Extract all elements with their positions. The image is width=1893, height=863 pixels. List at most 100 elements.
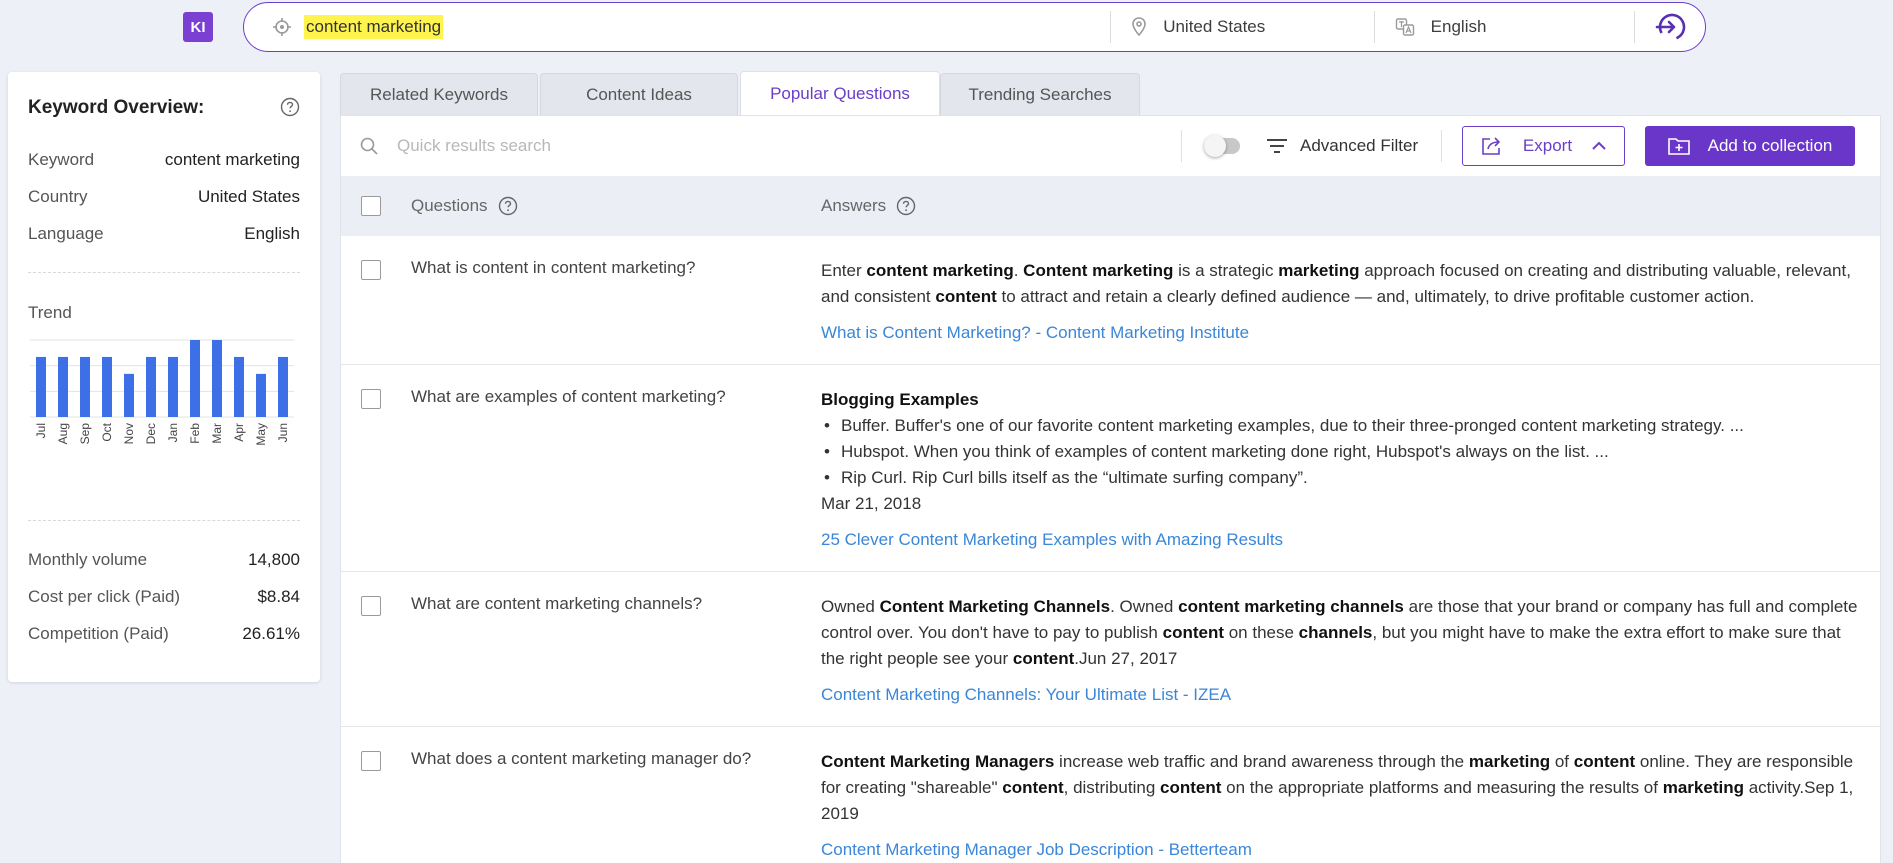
- toggle-switch[interactable]: [1204, 135, 1240, 157]
- trend-bar[interactable]: [58, 356, 68, 417]
- answers-header-label: Answers: [821, 196, 887, 215]
- question-text: What are examples of content marketing?: [411, 387, 726, 406]
- app-logo[interactable]: KI: [183, 12, 213, 42]
- tab-content-ideas[interactable]: Content Ideas: [540, 73, 738, 115]
- language-select[interactable]: English: [1375, 3, 1634, 51]
- country-select[interactable]: United States: [1111, 3, 1373, 51]
- trend-tick-label: Aug: [56, 423, 70, 444]
- trend-tick-label: Dec: [144, 423, 158, 444]
- answer-snippet: Enter content marketing. Content marketi…: [821, 261, 1851, 306]
- list-item: Rip Curl. Rip Curl bills itself as the “…: [821, 465, 1866, 491]
- trend-tick-label: Jun: [276, 423, 290, 442]
- help-icon[interactable]: [896, 196, 916, 216]
- overview-label: Keyword: [28, 150, 95, 169]
- trend-bar[interactable]: [234, 356, 244, 417]
- country-label: United States: [1163, 17, 1266, 36]
- add-to-collection-label: Add to collection: [1707, 136, 1833, 155]
- target-icon: [273, 18, 291, 36]
- divider: [28, 520, 300, 521]
- metric-value: $8.84: [257, 587, 300, 606]
- source-link[interactable]: 25 Clever Content Marketing Examples wit…: [821, 527, 1866, 553]
- metric-competition: Competition (Paid) 26.61%: [28, 624, 300, 644]
- tab-trending-searches[interactable]: Trending Searches: [940, 73, 1140, 115]
- select-all-checkbox[interactable]: [361, 196, 381, 216]
- metric-monthly-volume: Monthly volume 14,800: [28, 550, 300, 570]
- row-checkbox[interactable]: [361, 751, 381, 771]
- trend-bar[interactable]: [102, 356, 112, 417]
- trend-bar[interactable]: [124, 373, 134, 417]
- source-link[interactable]: Content Marketing Channels: Your Ultimat…: [821, 682, 1866, 708]
- answers-column-header: Answers: [821, 196, 916, 216]
- export-button[interactable]: Export: [1462, 126, 1625, 166]
- quick-search-placeholder: Quick results search: [397, 136, 551, 155]
- metric-label: Cost per click (Paid): [28, 587, 181, 606]
- metric-cpc: Cost per click (Paid) $8.84: [28, 587, 300, 607]
- trend-label: Trend: [28, 303, 72, 322]
- trend-tick-label: Jul: [34, 423, 48, 438]
- answer-text: Blogging Examples Buffer. Buffer's one o…: [821, 387, 1866, 553]
- help-icon[interactable]: [498, 196, 518, 216]
- row-checkbox[interactable]: [361, 260, 381, 280]
- overview-value: English: [244, 224, 300, 243]
- trend-bar[interactable]: [278, 356, 288, 417]
- overview-country-row: Country United States: [28, 187, 300, 207]
- row-checkbox[interactable]: [361, 596, 381, 616]
- divider: [1181, 130, 1182, 162]
- trend-tick-label: Mar: [210, 423, 224, 444]
- trend-bar[interactable]: [190, 340, 200, 417]
- metric-label: Monthly volume: [28, 550, 148, 569]
- list-item: Hubspot. When you think of examples of c…: [821, 439, 1866, 465]
- trend-bar[interactable]: [80, 356, 90, 417]
- overview-value: United States: [197, 187, 300, 206]
- trend-tick-label: May: [254, 423, 268, 446]
- answer-snippet: Owned Content Marketing Channels. Owned …: [821, 597, 1858, 668]
- answer-text: Content Marketing Managers increase web …: [821, 749, 1866, 863]
- trend-tick-label: Feb: [188, 423, 202, 444]
- advanced-filter-label: Advanced Filter: [1300, 136, 1419, 155]
- question-text: What does a content marketing manager do…: [411, 749, 752, 768]
- trend-bar[interactable]: [256, 373, 266, 417]
- search-submit-button[interactable]: [1635, 3, 1705, 51]
- source-link[interactable]: Content Marketing Manager Job Descriptio…: [821, 837, 1866, 863]
- table-row: What are examples of content marketing? …: [341, 365, 1880, 572]
- table-header: Questions Answers: [341, 176, 1880, 236]
- tab-related-keywords[interactable]: Related Keywords: [340, 73, 538, 115]
- trend-bar[interactable]: [168, 356, 178, 417]
- trend-tick-label: Sep: [78, 423, 92, 445]
- help-icon[interactable]: [280, 97, 300, 122]
- toolbar: Quick results search Advanced Filter Exp…: [341, 116, 1880, 176]
- divider: [28, 272, 300, 273]
- trend-bar[interactable]: [212, 340, 222, 417]
- overview-title: Keyword Overview:: [28, 97, 205, 118]
- overview-value: content marketing: [164, 150, 300, 169]
- metric-value: 14,800: [248, 550, 300, 569]
- trend-tick-label: Oct: [100, 422, 114, 441]
- row-checkbox[interactable]: [361, 389, 381, 409]
- table-row: What does a content marketing manager do…: [341, 727, 1880, 863]
- location-pin-icon: [1132, 17, 1146, 37]
- keyword-text: content marketing: [304, 15, 444, 39]
- filter-icon: [1267, 139, 1287, 153]
- overview-language-row: Language English: [28, 224, 300, 244]
- questions-column-header: Questions: [411, 196, 518, 216]
- source-link[interactable]: What is Content Marketing? - Content Mar…: [821, 320, 1866, 346]
- export-label: Export: [1522, 136, 1573, 155]
- trend-tick-label: Apr: [232, 423, 246, 442]
- keyword-input[interactable]: content marketing: [244, 3, 1110, 51]
- trend-bar[interactable]: [146, 356, 156, 417]
- trend-tick-label: Jan: [166, 423, 180, 442]
- trend-bar[interactable]: [36, 356, 46, 417]
- quick-search-input[interactable]: Quick results search: [341, 136, 1181, 156]
- results-panel: Quick results search Advanced Filter Exp…: [340, 115, 1881, 863]
- add-to-collection-button[interactable]: Add to collection: [1645, 126, 1855, 166]
- tab-popular-questions[interactable]: Popular Questions: [740, 71, 940, 115]
- overview-keyword-row: Keyword content marketing: [28, 150, 300, 170]
- table-row: What are content marketing channels? Own…: [341, 572, 1880, 727]
- folder-plus-icon: [1667, 138, 1690, 155]
- answer-text: Owned Content Marketing Channels. Owned …: [821, 594, 1866, 708]
- advanced-filter-button[interactable]: Advanced Filter: [1266, 136, 1441, 156]
- table-row: What is content in content marketing? En…: [341, 236, 1880, 365]
- list-item: Buffer. Buffer's one of our favorite con…: [821, 413, 1866, 439]
- overview-label: Country: [28, 187, 88, 206]
- metric-label: Competition (Paid): [28, 624, 169, 643]
